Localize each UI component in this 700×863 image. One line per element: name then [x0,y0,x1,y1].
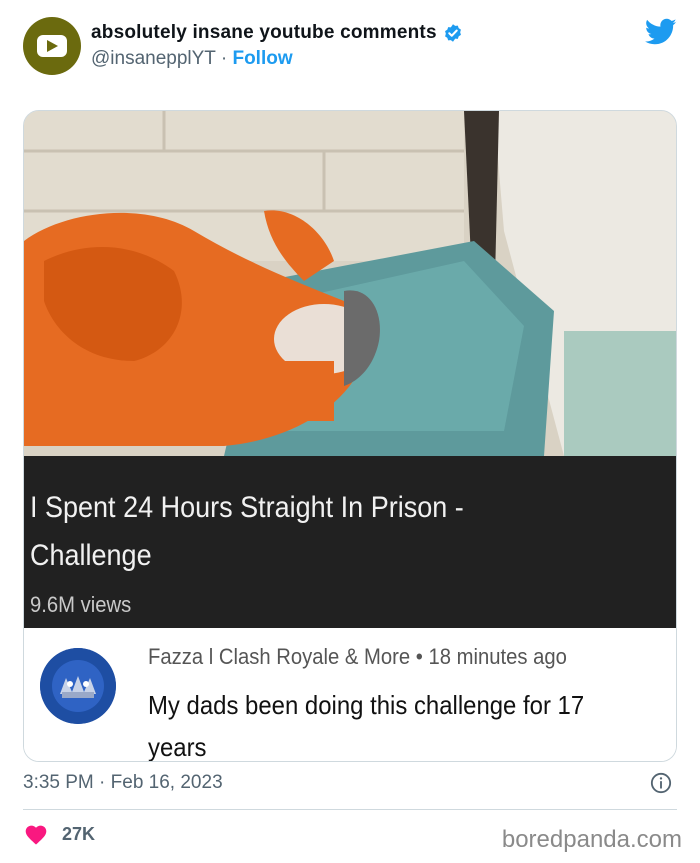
profile-avatar[interactable] [23,17,81,75]
comment-text: My dads been doing this challenge for 17… [148,690,585,762]
footer-divider [23,809,677,810]
media-card[interactable]: I Spent 24 Hours Straight In Prison - Ch… [23,110,677,762]
handle[interactable]: @insanepplYT [91,48,216,69]
tweet-author: absolutely insane youtube comments @insa… [91,22,463,70]
commenter-avatar[interactable] [40,648,116,724]
heart-icon [25,825,47,845]
comment-time: 18 minutes ago [428,644,567,669]
clash-royale-avatar-icon [40,648,116,724]
handle-row: @insanepplYT · Follow [91,48,463,70]
follow-button[interactable]: Follow [232,48,292,69]
video-views: 9.6M views [30,592,132,617]
youtube-comment: Fazza l Clash Royale & More • 18 minutes… [24,628,676,761]
verified-badge-icon [444,24,461,42]
display-name-row[interactable]: absolutely insane youtube comments [91,22,463,44]
like-count: 27K [62,823,96,844]
youtube-logo-icon [37,35,67,57]
comment-bullet: • [415,644,423,669]
video-title[interactable]: I Spent 24 Hours Straight In Prison - Ch… [30,484,534,580]
tweet-timestamp[interactable]: 3:35 PM · Feb 16, 2023 [23,772,223,794]
twitter-bird-icon[interactable] [645,18,677,46]
video-info-bar[interactable]: I Spent 24 Hours Straight In Prison - Ch… [24,456,676,628]
tweet-card: absolutely insane youtube comments @insa… [0,0,700,863]
timestamp-separator: · [99,772,106,793]
info-icon[interactable] [650,772,672,794]
commenter-name[interactable]: Fazza l Clash Royale & More [148,644,410,669]
boredpanda-watermark: boredpanda.com [501,826,682,853]
handle-separator: · [220,48,228,69]
display-name[interactable]: absolutely insane youtube comments [91,22,437,44]
prison-photo [24,111,676,456]
tweet-time: 3:35 PM [23,772,94,793]
like-button[interactable]: 27K [24,823,95,845]
comment-meta: Fazza l Clash Royale & More • 18 minutes… [148,644,567,670]
tweet-date: Feb 16, 2023 [110,772,223,793]
